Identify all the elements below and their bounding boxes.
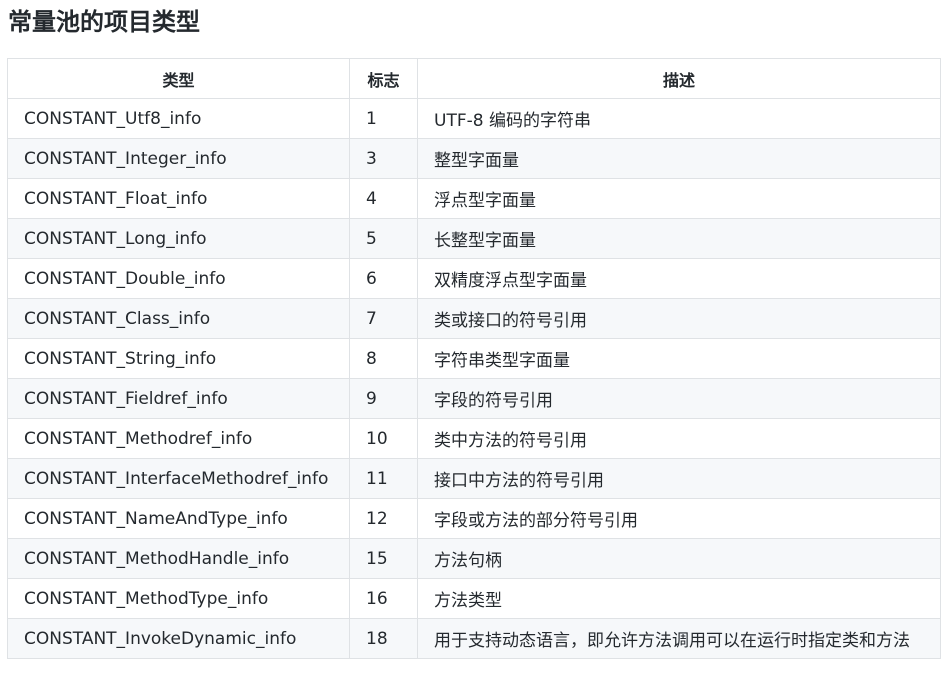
cell-type: CONSTANT_Long_info [7,218,350,259]
cell-desc: 类或接口的符号引用 [417,298,941,339]
cell-tag: 12 [349,498,418,539]
cell-desc: 类中方法的符号引用 [417,418,941,459]
cell-tag: 18 [349,618,418,659]
cell-tag: 8 [349,338,418,379]
table-header-row: 类型 标志 描述 [7,58,941,99]
cell-type: CONSTANT_Methodref_info [7,418,350,459]
table-row: CONSTANT_Float_info 4 浮点型字面量 [7,178,941,219]
cell-tag: 3 [349,138,418,179]
cell-type: CONSTANT_Class_info [7,298,350,339]
table-row: CONSTANT_MethodHandle_info 15 方法句柄 [7,538,941,579]
cell-type: CONSTANT_Float_info [7,178,350,219]
table-row: CONSTANT_InterfaceMethodref_info 11 接口中方… [7,458,941,499]
cell-desc: 接口中方法的符号引用 [417,458,941,499]
cell-tag: 7 [349,298,418,339]
column-header-desc: 描述 [417,58,941,99]
column-header-tag: 标志 [349,58,418,99]
constant-pool-table: 类型 标志 描述 CONSTANT_Utf8_info 1 UTF-8 编码的字… [7,58,941,659]
cell-type: CONSTANT_InvokeDynamic_info [7,618,350,659]
table-row: CONSTANT_MethodType_info 16 方法类型 [7,578,941,619]
cell-desc: 方法句柄 [417,538,941,579]
table-row: CONSTANT_Utf8_info 1 UTF-8 编码的字符串 [7,98,941,139]
cell-type: CONSTANT_Integer_info [7,138,350,179]
cell-tag: 9 [349,378,418,419]
cell-desc: 方法类型 [417,578,941,619]
column-header-type: 类型 [7,58,350,99]
cell-type: CONSTANT_InterfaceMethodref_info [7,458,350,499]
cell-desc: 字符串类型字面量 [417,338,941,379]
cell-tag: 4 [349,178,418,219]
cell-desc: 双精度浮点型字面量 [417,258,941,299]
cell-type: CONSTANT_NameAndType_info [7,498,350,539]
cell-type: CONSTANT_Fieldref_info [7,378,350,419]
cell-type: CONSTANT_Double_info [7,258,350,299]
cell-desc: 字段或方法的部分符号引用 [417,498,941,539]
cell-type: CONSTANT_MethodHandle_info [7,538,350,579]
cell-desc: 浮点型字面量 [417,178,941,219]
cell-desc: 长整型字面量 [417,218,941,259]
cell-type: CONSTANT_String_info [7,338,350,379]
table-row: CONSTANT_Long_info 5 长整型字面量 [7,218,941,259]
cell-tag: 1 [349,98,418,139]
cell-tag: 10 [349,418,418,459]
cell-tag: 5 [349,218,418,259]
cell-desc: 整型字面量 [417,138,941,179]
cell-type: CONSTANT_MethodType_info [7,578,350,619]
cell-tag: 15 [349,538,418,579]
table-row: CONSTANT_String_info 8 字符串类型字面量 [7,338,941,379]
page-title: 常量池的项目类型 [8,8,200,36]
cell-desc: 用于支持动态语言，即允许方法调用可以在运行时指定类和方法 [417,618,941,659]
cell-tag: 11 [349,458,418,499]
table-row: CONSTANT_NameAndType_info 12 字段或方法的部分符号引… [7,498,941,539]
cell-type: CONSTANT_Utf8_info [7,98,350,139]
table-row: CONSTANT_Double_info 6 双精度浮点型字面量 [7,258,941,299]
cell-tag: 6 [349,258,418,299]
cell-desc: UTF-8 编码的字符串 [417,98,941,139]
cell-desc: 字段的符号引用 [417,378,941,419]
cell-tag: 16 [349,578,418,619]
table-row: CONSTANT_Fieldref_info 9 字段的符号引用 [7,378,941,419]
table-row: CONSTANT_Integer_info 3 整型字面量 [7,138,941,179]
table-row: CONSTANT_InvokeDynamic_info 18 用于支持动态语言，… [7,618,941,659]
table-row: CONSTANT_Class_info 7 类或接口的符号引用 [7,298,941,339]
table-row: CONSTANT_Methodref_info 10 类中方法的符号引用 [7,418,941,459]
